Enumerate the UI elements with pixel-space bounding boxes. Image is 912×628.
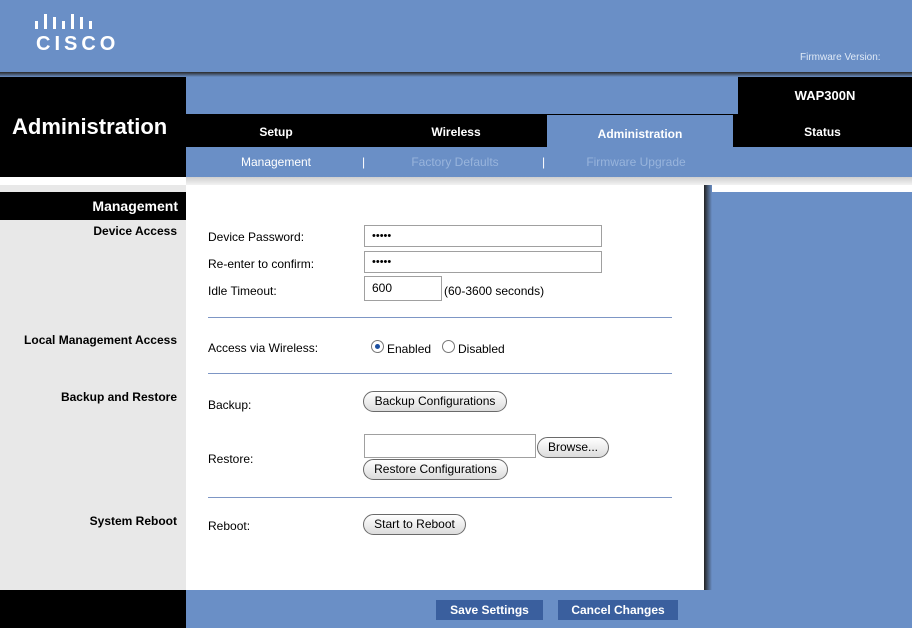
subtab-separator: | xyxy=(362,155,366,169)
device-password-input[interactable]: ••••• xyxy=(364,225,602,247)
idle-timeout-label: Idle Timeout: xyxy=(208,284,277,298)
tab-wireless[interactable]: Wireless xyxy=(366,117,546,147)
restore-file-input[interactable] xyxy=(364,434,536,458)
start-to-reboot-button[interactable]: Start to Reboot xyxy=(363,514,466,535)
group-label-backup-and-restore: Backup and Restore xyxy=(60,390,177,404)
subtab-firmware-upgrade[interactable]: Firmware Upgrade xyxy=(566,147,706,177)
section-divider xyxy=(208,373,672,374)
disabled-label[interactable]: Disabled xyxy=(458,342,505,356)
section-divider xyxy=(208,317,672,318)
confirm-password-input[interactable]: ••••• xyxy=(364,251,602,273)
tab-setup[interactable]: Setup xyxy=(186,117,366,147)
enabled-label[interactable]: Enabled xyxy=(387,342,431,356)
footer-left xyxy=(0,590,186,628)
model-name: WAP300N xyxy=(794,88,856,103)
backup-label: Backup: xyxy=(208,398,252,412)
restore-label: Restore: xyxy=(208,452,254,466)
right-column-shadow xyxy=(704,185,712,590)
radio-selected-icon[interactable] xyxy=(371,340,384,353)
header-blue-strip xyxy=(186,77,738,114)
subtab-factory-defaults[interactable]: Factory Defaults xyxy=(400,147,510,177)
tab-administration[interactable]: Administration xyxy=(547,115,733,147)
idle-timeout-input[interactable]: 600 xyxy=(364,276,442,301)
restore-configurations-button[interactable]: Restore Configurations xyxy=(363,459,508,480)
idle-timeout-hint: (60-3600 seconds) xyxy=(444,284,545,298)
device-password-label: Device Password: xyxy=(208,230,305,244)
right-column xyxy=(704,192,912,590)
save-settings-button[interactable]: Save Settings xyxy=(436,600,543,620)
logo-text: CISCO xyxy=(36,33,120,55)
confirm-password-label: Re-enter to confirm: xyxy=(208,257,315,271)
tab-status[interactable]: Status xyxy=(733,117,912,147)
firmware-version-label: Firmware Version: xyxy=(800,52,881,63)
group-label-system-reboot: System Reboot xyxy=(89,514,177,528)
reboot-label: Reboot: xyxy=(208,519,251,533)
backup-configurations-button[interactable]: Backup Configurations xyxy=(363,391,507,412)
cisco-logo-icon xyxy=(35,14,92,29)
section-title: Management xyxy=(92,198,178,214)
subnav-left-filler xyxy=(0,147,186,177)
section-divider xyxy=(208,497,672,498)
browse-button[interactable]: Browse... xyxy=(537,437,609,458)
group-label-device-access: Device Access xyxy=(93,224,177,238)
cancel-changes-button[interactable]: Cancel Changes xyxy=(558,600,678,620)
access-via-wireless-label: Access via Wireless: xyxy=(208,341,319,355)
page-title: Administration xyxy=(12,114,168,139)
group-label-local-management-access: Local Management Access xyxy=(24,333,177,347)
radio-unselected-icon[interactable] xyxy=(442,340,455,353)
left-column xyxy=(0,185,186,590)
sub-navigation: Management | Factory Defaults | Firmware… xyxy=(186,147,912,177)
cisco-logo: CISCO xyxy=(33,8,133,58)
content-top-border xyxy=(186,177,912,185)
subtab-management[interactable]: Management xyxy=(216,147,336,177)
footer-right xyxy=(704,590,912,628)
subtab-separator: | xyxy=(542,155,546,169)
header-banner xyxy=(0,0,912,72)
